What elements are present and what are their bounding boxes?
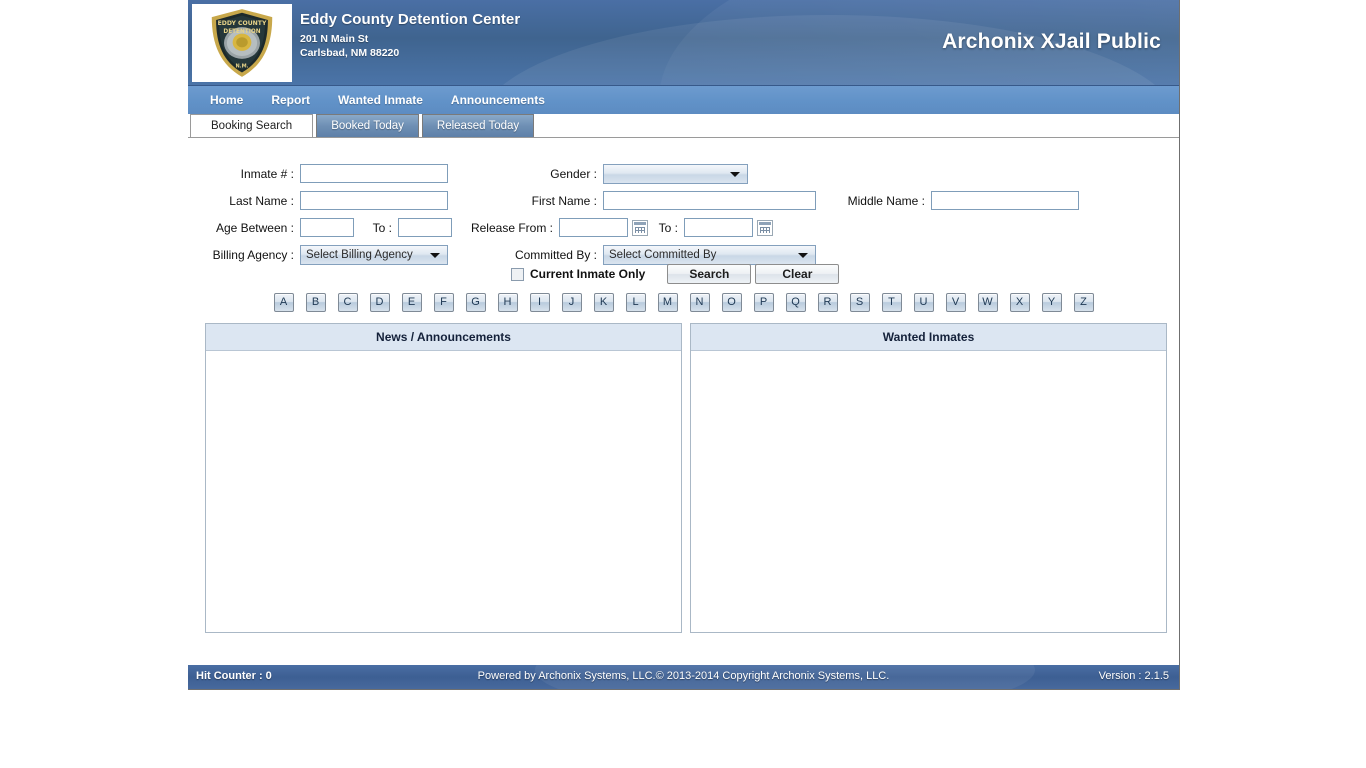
form-row-1: Inmate # : Gender : bbox=[188, 160, 1179, 187]
middle-name-label: Middle Name : bbox=[816, 194, 931, 208]
svg-text:N.M.: N.M. bbox=[235, 63, 248, 69]
age-from-input[interactable] bbox=[300, 218, 354, 237]
current-inmate-only-label: Current Inmate Only bbox=[530, 267, 645, 281]
alpha-button-z[interactable]: Z bbox=[1074, 293, 1094, 312]
form-row-3: Age Between : To : Release From : To : bbox=[188, 214, 1179, 241]
news-announcements-panel: News / Announcements bbox=[205, 323, 682, 633]
billing-agency-select[interactable]: Select Billing Agency bbox=[300, 245, 448, 265]
search-button[interactable]: Search bbox=[667, 264, 751, 284]
chevron-down-icon bbox=[798, 253, 808, 258]
alpha-button-n[interactable]: N bbox=[690, 293, 710, 312]
current-inmate-only-checkbox[interactable] bbox=[511, 268, 524, 281]
committed-by-label: Committed By : bbox=[448, 248, 603, 262]
middle-name-input[interactable] bbox=[931, 191, 1079, 210]
alphabet-filter: A B C D E F G H I J K L M N O P Q R S T bbox=[188, 293, 1179, 312]
first-name-input[interactable] bbox=[603, 191, 816, 210]
first-name-label: First Name : bbox=[448, 194, 603, 208]
alpha-button-r[interactable]: R bbox=[818, 293, 838, 312]
clear-button[interactable]: Clear bbox=[755, 264, 839, 284]
dashboard-panels: News / Announcements Wanted Inmates bbox=[205, 323, 1167, 633]
alpha-button-v[interactable]: V bbox=[946, 293, 966, 312]
nav-item-home[interactable]: Home bbox=[196, 86, 257, 114]
alpha-button-j[interactable]: J bbox=[562, 293, 582, 312]
tab-booking-search[interactable]: Booking Search bbox=[190, 114, 313, 137]
agency-logo: EDDY COUNTY DETENTION N.M. bbox=[192, 4, 292, 82]
alpha-button-f[interactable]: F bbox=[434, 293, 454, 312]
booking-search-form: Inmate # : Gender : Last Name : First Na… bbox=[188, 138, 1179, 288]
agency-info: Eddy County Detention Center 201 N Main … bbox=[300, 10, 520, 60]
app-brand-title: Archonix XJail Public bbox=[942, 30, 1161, 54]
nav-item-announcements[interactable]: Announcements bbox=[437, 86, 559, 114]
alpha-button-g[interactable]: G bbox=[466, 293, 486, 312]
site-footer: Hit Counter : 0 Powered by Archonix Syst… bbox=[188, 665, 1179, 689]
nav-item-wanted-inmate[interactable]: Wanted Inmate bbox=[324, 86, 437, 114]
tab-released-today[interactable]: Released Today bbox=[422, 114, 534, 137]
alpha-button-s[interactable]: S bbox=[850, 293, 870, 312]
agency-address-line2: Carlsbad, NM 88220 bbox=[300, 46, 520, 60]
release-from-input[interactable] bbox=[559, 218, 628, 237]
committed-by-selected-value: Select Committed By bbox=[609, 249, 716, 261]
wanted-inmates-body bbox=[691, 351, 1166, 632]
calendar-icon[interactable] bbox=[632, 220, 648, 236]
alpha-button-i[interactable]: I bbox=[530, 293, 550, 312]
alpha-button-l[interactable]: L bbox=[626, 293, 646, 312]
nav-item-report[interactable]: Report bbox=[257, 86, 324, 114]
release-to-input[interactable] bbox=[684, 218, 753, 237]
chevron-down-icon bbox=[430, 253, 440, 258]
alpha-button-b[interactable]: B bbox=[306, 293, 326, 312]
wanted-inmates-panel: Wanted Inmates bbox=[690, 323, 1167, 633]
tab-strip: Booking Search Booked Today Released Tod… bbox=[188, 114, 1179, 137]
alpha-button-y[interactable]: Y bbox=[1042, 293, 1062, 312]
alpha-button-u[interactable]: U bbox=[914, 293, 934, 312]
tab-booked-today[interactable]: Booked Today bbox=[316, 114, 419, 137]
agency-name: Eddy County Detention Center bbox=[300, 10, 520, 29]
badge-icon: EDDY COUNTY DETENTION N.M. bbox=[205, 7, 279, 79]
alpha-button-d[interactable]: D bbox=[370, 293, 390, 312]
main-navigation: Home Report Wanted Inmate Announcements bbox=[188, 85, 1179, 114]
form-action-row: Current Inmate Only Search Clear bbox=[188, 264, 1179, 284]
inmate-number-input[interactable] bbox=[300, 164, 448, 183]
release-from-label: Release From : bbox=[452, 221, 559, 235]
alpha-button-w[interactable]: W bbox=[978, 293, 998, 312]
age-between-label: Age Between : bbox=[188, 221, 300, 235]
site-header: EDDY COUNTY DETENTION N.M. Eddy County D… bbox=[188, 0, 1179, 85]
gender-select[interactable] bbox=[603, 164, 748, 184]
alpha-button-a[interactable]: A bbox=[274, 293, 294, 312]
last-name-label: Last Name : bbox=[188, 194, 300, 208]
committed-by-select[interactable]: Select Committed By bbox=[603, 245, 816, 265]
alpha-button-m[interactable]: M bbox=[658, 293, 678, 312]
page-container: EDDY COUNTY DETENTION N.M. Eddy County D… bbox=[188, 0, 1180, 690]
powered-by-text: Powered by Archonix Systems, LLC.© 2013-… bbox=[188, 670, 1179, 682]
alpha-button-h[interactable]: H bbox=[498, 293, 518, 312]
gender-label: Gender : bbox=[448, 167, 603, 181]
alpha-button-x[interactable]: X bbox=[1010, 293, 1030, 312]
alpha-button-e[interactable]: E bbox=[402, 293, 422, 312]
content-area: Inmate # : Gender : Last Name : First Na… bbox=[188, 137, 1179, 687]
wanted-inmates-title: Wanted Inmates bbox=[691, 324, 1166, 351]
release-to-label: To : bbox=[648, 221, 684, 235]
alpha-button-t[interactable]: T bbox=[882, 293, 902, 312]
alpha-button-k[interactable]: K bbox=[594, 293, 614, 312]
news-announcements-title: News / Announcements bbox=[206, 324, 681, 351]
age-to-label: To : bbox=[354, 221, 398, 235]
news-announcements-body bbox=[206, 351, 681, 632]
billing-agency-selected-value: Select Billing Agency bbox=[306, 249, 413, 261]
last-name-input[interactable] bbox=[300, 191, 448, 210]
alpha-button-q[interactable]: Q bbox=[786, 293, 806, 312]
chevron-down-icon bbox=[730, 172, 740, 177]
alpha-button-c[interactable]: C bbox=[338, 293, 358, 312]
billing-agency-label: Billing Agency : bbox=[188, 248, 300, 262]
alpha-button-o[interactable]: O bbox=[722, 293, 742, 312]
svg-text:EDDY COUNTY: EDDY COUNTY bbox=[218, 20, 267, 27]
inmate-number-label: Inmate # : bbox=[188, 167, 300, 181]
form-row-2: Last Name : First Name : Middle Name : bbox=[188, 187, 1179, 214]
version-text: Version : 2.1.5 bbox=[1099, 670, 1169, 682]
agency-address-line1: 201 N Main St bbox=[300, 32, 520, 46]
alpha-button-p[interactable]: P bbox=[754, 293, 774, 312]
calendar-icon[interactable] bbox=[757, 220, 773, 236]
age-to-input[interactable] bbox=[398, 218, 452, 237]
svg-text:DETENTION: DETENTION bbox=[223, 29, 260, 35]
